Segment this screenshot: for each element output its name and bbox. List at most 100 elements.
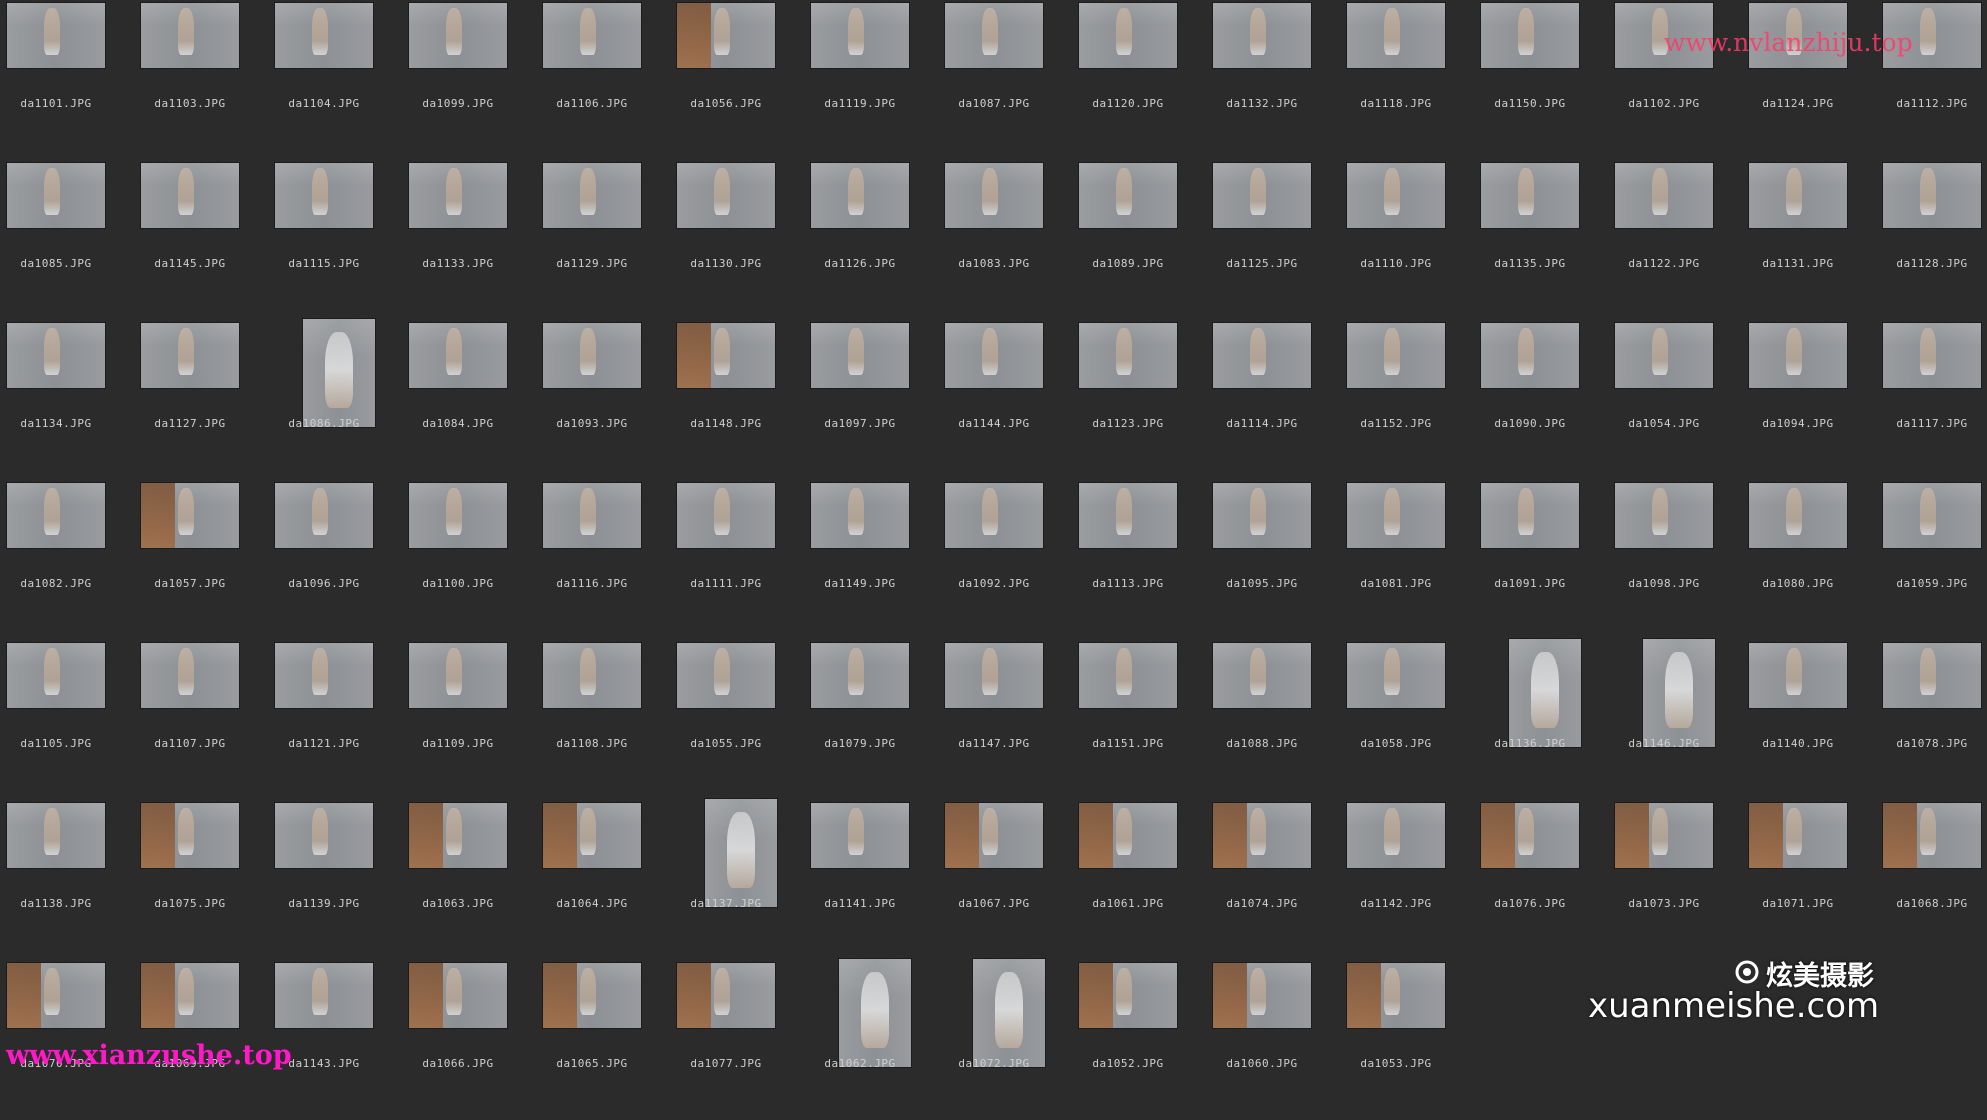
file-item[interactable]: da1108.JPG: [542, 640, 676, 800]
image-thumbnail[interactable]: [1212, 642, 1312, 709]
image-thumbnail[interactable]: [1346, 2, 1446, 69]
file-item[interactable]: da1143.JPG: [274, 960, 408, 1120]
image-thumbnail[interactable]: [274, 162, 374, 229]
file-item[interactable]: da1131.JPG: [1748, 160, 1882, 320]
file-item[interactable]: da1113.JPG: [1078, 480, 1212, 640]
image-thumbnail[interactable]: [1346, 962, 1446, 1029]
file-item[interactable]: da1060.JPG: [1212, 960, 1346, 1120]
file-item[interactable]: da1056.JPG: [676, 0, 810, 160]
image-thumbnail[interactable]: [944, 802, 1044, 869]
file-item[interactable]: da1105.JPG: [6, 640, 140, 800]
image-thumbnail[interactable]: [944, 2, 1044, 69]
image-thumbnail[interactable]: [1882, 162, 1982, 229]
image-thumbnail[interactable]: [542, 642, 642, 709]
image-thumbnail[interactable]: [302, 318, 376, 428]
file-item[interactable]: da1080.JPG: [1748, 480, 1882, 640]
image-thumbnail[interactable]: [972, 958, 1046, 1068]
image-thumbnail[interactable]: [944, 482, 1044, 549]
image-thumbnail[interactable]: [140, 642, 240, 709]
image-thumbnail[interactable]: [676, 642, 776, 709]
file-item[interactable]: da1117.JPG: [1882, 320, 1987, 480]
image-thumbnail[interactable]: [6, 642, 106, 709]
image-thumbnail[interactable]: [1882, 642, 1982, 709]
image-thumbnail[interactable]: [838, 958, 912, 1068]
file-item[interactable]: da1079.JPG: [810, 640, 944, 800]
image-thumbnail[interactable]: [1614, 802, 1714, 869]
file-item[interactable]: da1094.JPG: [1748, 320, 1882, 480]
image-thumbnail[interactable]: [1212, 802, 1312, 869]
file-item[interactable]: da1097.JPG: [810, 320, 944, 480]
image-thumbnail[interactable]: [1748, 162, 1848, 229]
file-item[interactable]: da1055.JPG: [676, 640, 810, 800]
file-item[interactable]: da1146.JPG: [1614, 638, 1748, 800]
image-thumbnail[interactable]: [408, 482, 508, 549]
file-item[interactable]: da1059.JPG: [1882, 480, 1987, 640]
image-thumbnail[interactable]: [676, 162, 776, 229]
image-thumbnail[interactable]: [1480, 802, 1580, 869]
image-thumbnail[interactable]: [542, 802, 642, 869]
file-item[interactable]: da1083.JPG: [944, 160, 1078, 320]
image-thumbnail[interactable]: [542, 482, 642, 549]
image-thumbnail[interactable]: [676, 322, 776, 389]
image-thumbnail[interactable]: [140, 482, 240, 549]
file-item[interactable]: da1082.JPG: [6, 480, 140, 640]
image-thumbnail[interactable]: [1078, 802, 1178, 869]
file-item[interactable]: da1052.JPG: [1078, 960, 1212, 1120]
file-item[interactable]: da1127.JPG: [140, 320, 274, 480]
image-thumbnail[interactable]: [6, 162, 106, 229]
image-thumbnail[interactable]: [542, 962, 642, 1029]
image-thumbnail[interactable]: [542, 162, 642, 229]
file-item[interactable]: da1099.JPG: [408, 0, 542, 160]
file-item[interactable]: da1124.JPG: [1748, 0, 1882, 160]
image-thumbnail[interactable]: [1882, 322, 1982, 389]
image-thumbnail[interactable]: [408, 2, 508, 69]
image-thumbnail[interactable]: [274, 642, 374, 709]
image-thumbnail[interactable]: [1212, 322, 1312, 389]
image-thumbnail[interactable]: [1078, 322, 1178, 389]
image-thumbnail[interactable]: [676, 962, 776, 1029]
file-item[interactable]: da1090.JPG: [1480, 320, 1614, 480]
image-thumbnail[interactable]: [676, 482, 776, 549]
image-thumbnail[interactable]: [274, 962, 374, 1029]
file-item[interactable]: da1122.JPG: [1614, 160, 1748, 320]
image-thumbnail[interactable]: [1212, 962, 1312, 1029]
image-thumbnail[interactable]: [140, 162, 240, 229]
file-item[interactable]: da1129.JPG: [542, 160, 676, 320]
file-item[interactable]: da1109.JPG: [408, 640, 542, 800]
file-item[interactable]: da1119.JPG: [810, 0, 944, 160]
file-item[interactable]: da1091.JPG: [1480, 480, 1614, 640]
image-thumbnail[interactable]: [944, 162, 1044, 229]
file-item[interactable]: da1092.JPG: [944, 480, 1078, 640]
file-item[interactable]: da1142.JPG: [1346, 800, 1480, 960]
file-item[interactable]: da1112.JPG: [1882, 0, 1987, 160]
image-thumbnail[interactable]: [1480, 2, 1580, 69]
image-thumbnail[interactable]: [542, 2, 642, 69]
file-item[interactable]: da1065.JPG: [542, 960, 676, 1120]
image-thumbnail[interactable]: [1480, 162, 1580, 229]
file-item[interactable]: da1071.JPG: [1748, 800, 1882, 960]
image-thumbnail[interactable]: [1212, 2, 1312, 69]
file-item[interactable]: da1144.JPG: [944, 320, 1078, 480]
image-thumbnail[interactable]: [810, 642, 910, 709]
file-item[interactable]: da1053.JPG: [1346, 960, 1480, 1120]
file-item[interactable]: da1068.JPG: [1882, 800, 1987, 960]
file-item[interactable]: da1084.JPG: [408, 320, 542, 480]
file-item[interactable]: da1137.JPG: [676, 798, 810, 960]
image-thumbnail[interactable]: [810, 802, 910, 869]
image-thumbnail[interactable]: [408, 642, 508, 709]
file-item[interactable]: da1145.JPG: [140, 160, 274, 320]
file-item[interactable]: da1115.JPG: [274, 160, 408, 320]
image-thumbnail[interactable]: [1078, 642, 1178, 709]
file-item[interactable]: da1098.JPG: [1614, 480, 1748, 640]
file-item[interactable]: da1075.JPG: [140, 800, 274, 960]
file-item[interactable]: da1062.JPG: [810, 958, 944, 1120]
image-thumbnail[interactable]: [944, 322, 1044, 389]
file-item[interactable]: da1128.JPG: [1882, 160, 1987, 320]
file-item[interactable]: da1149.JPG: [810, 480, 944, 640]
file-item[interactable]: da1093.JPG: [542, 320, 676, 480]
file-item[interactable]: da1101.JPG: [6, 0, 140, 160]
image-thumbnail[interactable]: [140, 2, 240, 69]
image-thumbnail[interactable]: [1346, 642, 1446, 709]
image-thumbnail[interactable]: [6, 482, 106, 549]
image-thumbnail[interactable]: [6, 322, 106, 389]
